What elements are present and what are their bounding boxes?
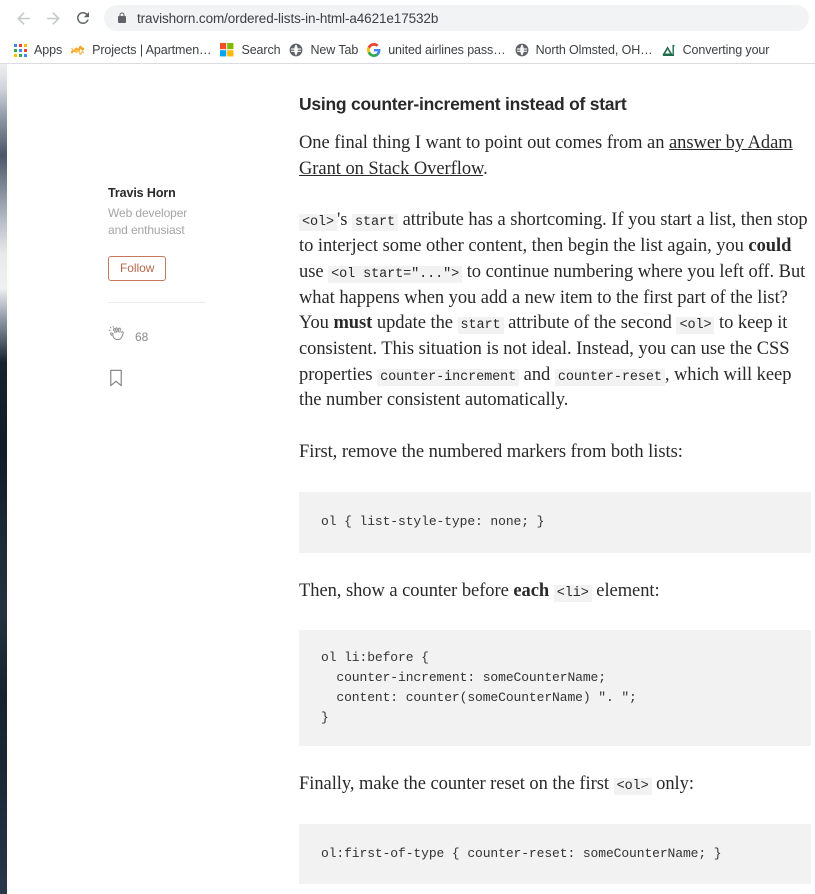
code-ol-second: <ol>: [676, 317, 715, 335]
bookmark-icon[interactable]: [108, 369, 124, 392]
p2-t8: and: [519, 364, 555, 385]
apps-grid-icon: [12, 42, 28, 58]
intro-paragraph: One final thing I want to point out come…: [299, 131, 811, 182]
code-block-1: ol { list-style-type: none; }: [299, 491, 811, 553]
browser-toolbar: travishorn.com/ordered-lists-in-html-a46…: [0, 0, 815, 36]
p2-emphasis-must: must: [333, 313, 373, 334]
code-counter-increment: counter-increment: [377, 368, 520, 386]
code-ol-start-value: <ol start="...">: [328, 265, 463, 283]
browser-chrome: travishorn.com/ordered-lists-in-html-a46…: [0, 0, 815, 64]
sidebar-divider: [108, 302, 206, 304]
step3-t1: Finally, make the counter reset on the f…: [299, 773, 614, 794]
author-name: Travis Horn: [108, 186, 176, 200]
code-start-attr: start: [352, 214, 399, 232]
intro-text-before: One final thing I want to point out come…: [299, 133, 669, 153]
step2-paragraph: Then, show a counter before each <li> el…: [299, 579, 811, 605]
bookmark-label: Search: [241, 43, 281, 57]
toolbar-divider: [0, 63, 815, 64]
address-bar[interactable]: travishorn.com/ordered-lists-in-html-a46…: [104, 5, 809, 31]
bookmarks-bar: Apps Projects | Apartmen… Search New Tab…: [0, 36, 815, 64]
clap-count: 68: [135, 330, 149, 345]
code-start-attr-2: start: [457, 317, 504, 335]
reload-button[interactable]: [68, 3, 98, 33]
bookmark-label: Apps: [34, 43, 63, 57]
p2-t6: attribute of the second: [503, 313, 677, 334]
clap-row[interactable]: 68: [108, 325, 213, 349]
code-counter-reset: counter-reset: [554, 368, 665, 386]
forward-arrow-icon: [46, 11, 60, 25]
code-ol-open: <ol>: [299, 214, 338, 232]
forward-button[interactable]: [38, 3, 68, 33]
follow-button[interactable]: Follow: [108, 256, 167, 282]
p2-t5: update the: [372, 313, 458, 334]
back-button[interactable]: [8, 3, 38, 33]
shortcoming-paragraph: <ol>'s start attribute has a shortcoming…: [299, 208, 811, 414]
bookmark-item-projects[interactable]: Projects | Apartmen…: [68, 39, 217, 61]
reload-icon: [76, 11, 89, 24]
p2-emphasis-could: could: [748, 236, 792, 257]
section-title: Using counter-increment instead of start: [299, 94, 627, 114]
globe-favicon: [514, 42, 530, 58]
google-g-favicon: [366, 42, 382, 58]
code-ol-first: <ol>: [613, 777, 652, 795]
bookmark-item-converting[interactable]: Converting your: [659, 39, 776, 61]
bookmark-row[interactable]: [108, 369, 213, 393]
bookmark-label: Projects | Apartmen…: [92, 43, 212, 57]
lock-icon: [118, 12, 126, 23]
edge-artifact-sliver: [7, 64, 9, 894]
article-sidebar: Travis Horn Web developer and enthusiast…: [108, 186, 213, 393]
clap-icon[interactable]: [108, 325, 127, 349]
p2-t3: use: [299, 261, 329, 282]
step3-paragraph: Finally, make the counter reset on the f…: [299, 772, 811, 798]
green-house-favicon: [661, 42, 677, 58]
p2-t1: 's: [337, 210, 353, 231]
article-content: Using counter-increment instead of start…: [299, 94, 811, 894]
bookmark-item-united-airlines[interactable]: united airlines pass…: [364, 39, 511, 61]
step2-t3: element:: [591, 580, 660, 601]
url-text: travishorn.com/ordered-lists-in-html-a46…: [137, 10, 439, 26]
author-bio: Web developer and enthusiast: [108, 206, 188, 238]
code-block-3: ol:first-of-type { counter-reset: someCo…: [299, 823, 811, 885]
code-block-2: ol li:before { counter-increment: someCo…: [299, 630, 811, 746]
microsoft-squares-favicon: [219, 42, 235, 58]
bookmark-item-north-olmsted[interactable]: North Olmsted, OH…: [512, 39, 659, 61]
step1-paragraph: First, remove the numbered markers from …: [299, 442, 683, 463]
step2-emphasis-each: each: [513, 580, 550, 601]
step2-t1: Then, show a counter before: [299, 580, 514, 601]
globe-favicon: [288, 42, 304, 58]
bookmark-item-apps[interactable]: Apps: [10, 39, 68, 61]
bookmark-item-search[interactable]: Search: [217, 39, 286, 61]
code-li-tag: <li>: [553, 584, 592, 602]
bookmark-label: New Tab: [310, 43, 359, 57]
projects-squiggle-favicon: [70, 42, 86, 58]
bookmark-label: united airlines pass…: [388, 43, 506, 57]
step3-t2: only:: [651, 773, 694, 794]
intro-text-after: .: [483, 158, 488, 179]
bookmark-label: North Olmsted, OH…: [535, 43, 653, 57]
bookmark-label: Converting your: [682, 43, 770, 57]
webpage-viewport: Travis Horn Web developer and enthusiast…: [0, 64, 815, 894]
back-arrow-icon: [16, 11, 30, 25]
bookmark-item-new-tab[interactable]: New Tab: [286, 39, 364, 61]
screen-edge-artifact: [0, 64, 9, 894]
